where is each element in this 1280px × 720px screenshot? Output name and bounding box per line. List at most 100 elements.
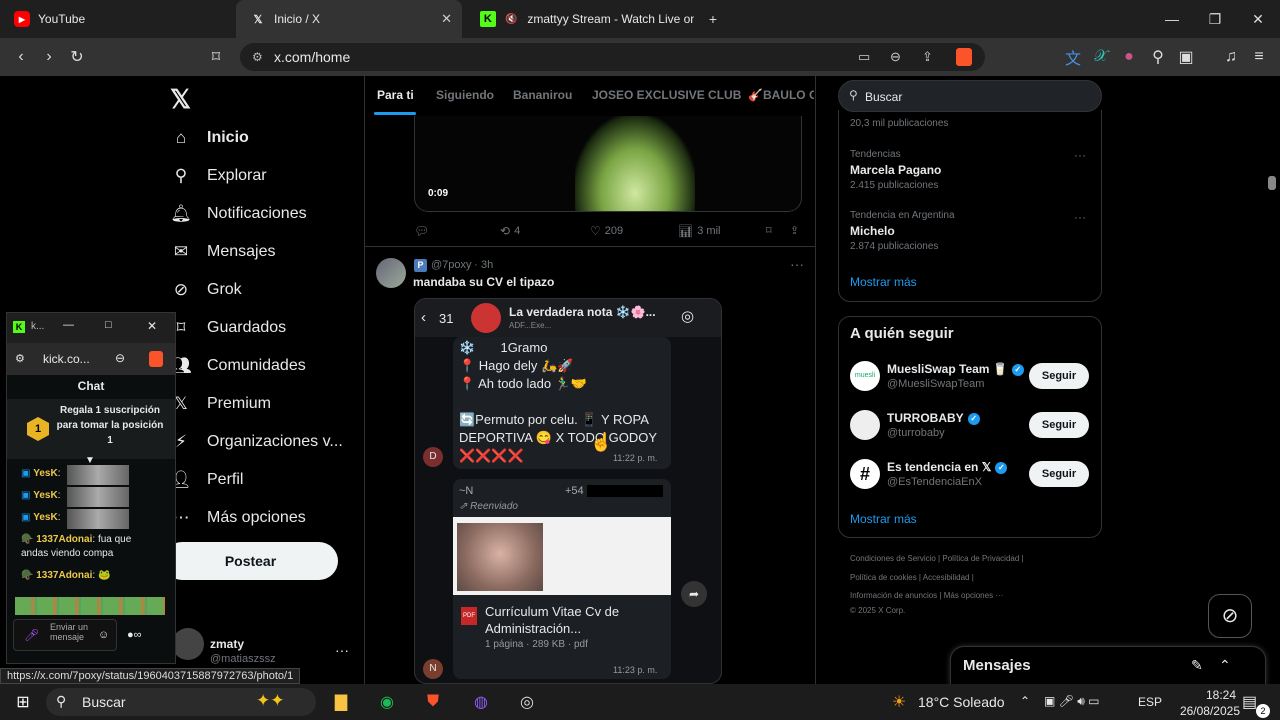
video-player[interactable]: 0:09 — [414, 116, 802, 212]
post-handle[interactable]: @7poxy — [431, 259, 472, 271]
weather-icon[interactable]: ☀ — [886, 690, 912, 714]
chat-user[interactable]: YesK — [33, 512, 57, 523]
windows-start-icon[interactable]: ⊞ — [10, 690, 36, 714]
retweet-button[interactable]: ⟲ 4 — [500, 224, 520, 238]
footer-link[interactable]: Condiciones de Servicio | Política de Pr… — [850, 554, 1024, 563]
avatar[interactable]: muesli — [850, 361, 880, 391]
post-image[interactable]: ‹ 31 La verdadera nota ❄️🌸... ADF...Exe.… — [414, 298, 722, 684]
follow-name[interactable]: MuesliSwap Team 🥛 ✓ — [887, 362, 1024, 376]
taskbar-search[interactable]: ⚲ Buscar ✦✦ — [46, 688, 316, 716]
footer-link[interactable]: Política de cookies | Accesibilidad | — [850, 573, 974, 582]
extension-icon[interactable]: 𝒳 — [1090, 46, 1112, 68]
forward-icon[interactable]: › — [38, 46, 60, 68]
clock-time[interactable]: 18:24 — [1182, 688, 1236, 702]
close-window-button[interactable]: ✕ — [1236, 0, 1280, 38]
avatar[interactable] — [172, 628, 204, 660]
site-info-icon[interactable]: ⚙ — [252, 50, 263, 64]
nav-notificaciones[interactable]: 🔔︎ Notificaciones — [170, 202, 306, 226]
trend-title[interactable]: Marcela Pagano — [850, 163, 941, 177]
show-more-link[interactable]: Mostrar más — [850, 275, 917, 289]
cast-icon[interactable]: ▭ — [858, 49, 870, 65]
grok-icon[interactable]: ⊘ — [1208, 594, 1252, 638]
nav-mensajes[interactable]: ✉ Mensajes — [170, 240, 276, 264]
hashtag-icon[interactable]: # — [850, 459, 880, 489]
minimize-button[interactable]: — — [1150, 0, 1194, 38]
tray-chevron-icon[interactable]: ⌃ — [1020, 694, 1030, 708]
brave-icon[interactable]: ⛊ — [420, 690, 446, 714]
settings-icon[interactable]: ●∞ — [127, 629, 142, 641]
messages-drawer[interactable]: Mensajes ✎ ⌃ — [950, 646, 1266, 684]
avatar[interactable] — [376, 258, 406, 288]
chat-user[interactable]: 1337Adonai — [36, 570, 92, 581]
media-icon[interactable]: ♫ — [1220, 46, 1242, 68]
zoom-icon[interactable]: ⊖ — [115, 351, 125, 365]
reload-icon[interactable]: ↻ — [66, 46, 88, 68]
brave-shield-icon[interactable] — [956, 48, 972, 66]
nav-organizaciones[interactable]: ⚡︎ Organizaciones v... — [170, 430, 343, 454]
tab-x-home[interactable]: 𝕏 Inicio / X ✕ — [236, 0, 462, 38]
avatar[interactable] — [850, 410, 880, 440]
obs-icon[interactable]: ◎ — [514, 690, 540, 714]
reply-icon[interactable]: 💬︎ — [414, 224, 433, 238]
nav-inicio[interactable]: ⌂ Inicio — [170, 126, 249, 150]
tab-youtube[interactable]: ▶ YouTube — [0, 0, 232, 38]
post-more-icon[interactable]: ··· — [790, 256, 804, 272]
tab-joseo[interactable]: JOSEO EXCLUSIVE CLUB — [592, 88, 741, 102]
scrollbar-thumb[interactable] — [1268, 176, 1276, 190]
follow-button[interactable]: Seguir — [1029, 363, 1089, 389]
bookmark-icon[interactable]: ⌑ — [205, 46, 227, 68]
x-logo-icon[interactable]: 𝕏 — [170, 84, 191, 115]
discord-icon[interactable]: ◍ — [468, 690, 494, 714]
tab-kick[interactable]: K 🔇 zmattyy Stream - Watch Live on K — [466, 0, 694, 38]
clock-date[interactable]: 26/08/2025 — [1170, 704, 1240, 718]
muted-icon[interactable]: 🔇 — [504, 11, 520, 27]
post-button[interactable]: Postear — [163, 542, 338, 580]
footer-link[interactable]: Información de anuncios | Más opciones ·… — [850, 591, 1003, 600]
share-icon[interactable]: ⇪ — [922, 49, 933, 65]
nav-premium[interactable]: 𝕏 Premium — [170, 392, 271, 416]
close-window-button[interactable]: ✕ — [147, 319, 157, 333]
bookmark-icon[interactable]: ⌑ — [766, 224, 772, 237]
maximize-button[interactable]: ❐ — [1193, 0, 1237, 38]
share-icon[interactable]: ⇪ — [790, 224, 799, 237]
follow-button[interactable]: Seguir — [1029, 461, 1089, 487]
views-button[interactable]: 📊︎ 3 mil — [678, 224, 720, 238]
follow-name[interactable]: Es tendencia en 𝕏 ✓ — [887, 460, 1008, 474]
tab-bananirou[interactable]: Bananirou — [513, 88, 572, 102]
sidebar-icon[interactable]: ▣ — [1175, 46, 1197, 68]
nav-explorar[interactable]: ⚲ Explorar — [170, 164, 267, 188]
extension-cookie-icon[interactable]: ● — [1118, 46, 1140, 68]
maximize-button[interactable]: □ — [105, 319, 112, 331]
emoji-icon[interactable]: ☺ — [98, 629, 109, 641]
spotify-icon[interactable]: ◉ — [374, 690, 400, 714]
tab-baulo[interactable]: 🎸BAULO CL — [748, 88, 814, 102]
nav-guardados[interactable]: ⌑ Guardados — [170, 316, 287, 340]
nav-perfil[interactable]: 👤︎ Perfil — [170, 468, 243, 492]
trend-more-icon[interactable]: ··· — [1074, 148, 1086, 162]
back-icon[interactable]: ‹ — [10, 46, 32, 68]
weather-text[interactable]: 18°C Soleado — [918, 694, 1005, 710]
chat-user[interactable]: 1337Adonai — [36, 534, 92, 545]
chat-user[interactable]: YesK — [33, 490, 57, 501]
trend-title[interactable]: Michelo — [850, 224, 895, 238]
brave-shield-icon[interactable] — [149, 351, 163, 367]
translate-icon[interactable]: 文 — [1062, 46, 1084, 68]
notifications-icon[interactable]: ▤ — [1242, 692, 1257, 712]
search-input[interactable]: ⚲ Buscar — [838, 80, 1102, 112]
close-tab-icon[interactable]: ✕ — [441, 11, 452, 27]
trend-more-icon[interactable]: ··· — [1074, 210, 1086, 224]
minimize-button[interactable]: — — [63, 319, 74, 331]
language-indicator[interactable]: ESP — [1138, 695, 1162, 709]
file-explorer-icon[interactable]: ▇ — [328, 690, 354, 714]
account-more-icon[interactable]: ··· — [335, 642, 349, 658]
chat-input[interactable]: 🎤︎ Enviar un mensaje ☺ — [13, 619, 117, 651]
nav-mas-opciones[interactable]: ⋯ Más opciones — [170, 506, 306, 530]
follow-name[interactable]: TURROBABY ✓ — [887, 411, 980, 425]
tray-icons[interactable]: ▣ 🎤︎ 🔊︎ ▭ — [1044, 694, 1099, 709]
show-more-link[interactable]: Mostrar más — [850, 512, 917, 526]
tab-siguiendo[interactable]: Siguiendo — [436, 88, 494, 102]
nav-grok[interactable]: ⊘ Grok — [170, 278, 242, 302]
nav-comunidades[interactable]: 👥︎ Comunidades — [170, 354, 306, 378]
zoom-icon[interactable]: ⊖ — [890, 49, 901, 65]
chat-user[interactable]: YesK — [33, 468, 57, 479]
